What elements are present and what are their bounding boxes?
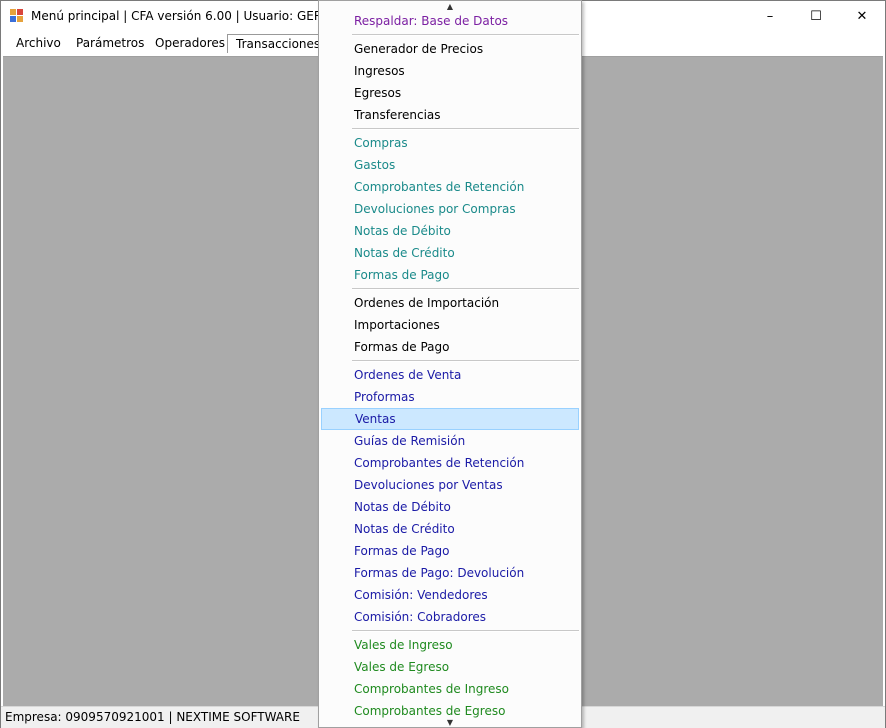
menu-item-formas-de-pago[interactable]: Formas de Pago xyxy=(321,540,579,562)
menu-item-gastos[interactable]: Gastos xyxy=(321,154,579,176)
maximize-icon: ☐ xyxy=(810,9,822,24)
close-button[interactable]: ✕ xyxy=(839,1,885,32)
menu-item-ordenes-de-importacion[interactable]: Ordenes de Importación xyxy=(321,292,579,314)
close-icon: ✕ xyxy=(856,9,868,24)
menu-item-guias-de-remision[interactable]: Guías de Remisión xyxy=(321,430,579,452)
menu-item-vales-de-ingreso[interactable]: Vales de Ingreso xyxy=(321,634,579,656)
menu-separator xyxy=(352,34,579,36)
menu-item-comprobantes-de-retencion[interactable]: Comprobantes de Retención xyxy=(321,176,579,198)
menu-item-generador-de-precios[interactable]: Generador de Precios xyxy=(321,38,579,60)
menu-item-compras[interactable]: Compras xyxy=(321,132,579,154)
menu-item-notas-de-credito[interactable]: Notas de Crédito xyxy=(321,242,579,264)
menu-separator xyxy=(352,630,579,632)
menu-item-notas-de-debito[interactable]: Notas de Débito xyxy=(321,220,579,242)
minimize-icon: – xyxy=(766,9,774,24)
menu-operadores[interactable]: Operadores xyxy=(147,34,233,53)
scroll-down-icon: ▼ xyxy=(446,718,454,727)
menu-item-formas-de-pago[interactable]: Formas de Pago xyxy=(321,336,579,358)
menu-item-comprobantes-de-ingreso[interactable]: Comprobantes de Ingreso xyxy=(321,678,579,700)
menu-archivo[interactable]: Archivo xyxy=(8,34,69,53)
menu-item-formas-de-pago-devolucion[interactable]: Formas de Pago: Devolución xyxy=(321,562,579,584)
menu-item-transferencias[interactable]: Transferencias xyxy=(321,104,579,126)
menu-item-comision-vendedores[interactable]: Comisión: Vendedores xyxy=(321,584,579,606)
menu-item-ventas[interactable]: Ventas xyxy=(321,408,579,430)
menu-separator xyxy=(352,360,579,362)
window-title: Menú principal | CFA versión 6.00 | Usua… xyxy=(31,9,359,23)
menu-item-importaciones[interactable]: Importaciones xyxy=(321,314,579,336)
menu-item-notas-de-debito[interactable]: Notas de Débito xyxy=(321,496,579,518)
minimize-button[interactable]: – xyxy=(747,1,793,32)
menu-item-ordenes-de-venta[interactable]: Ordenes de Venta xyxy=(321,364,579,386)
scroll-down-button[interactable]: ▼ xyxy=(319,718,581,727)
status-company: Empresa: 0909570921001 | NEXTIME SOFTWAR… xyxy=(5,710,300,724)
transacciones-dropdown-menu: ▲ Respaldar: Base de Datos Generador de P… xyxy=(318,0,582,728)
app-icon xyxy=(10,9,24,23)
menu-item-egresos[interactable]: Egresos xyxy=(321,82,579,104)
maximize-button[interactable]: ☐ xyxy=(793,1,839,32)
menu-item-comision-cobradores[interactable]: Comisión: Cobradores xyxy=(321,606,579,628)
menu-item-vales-de-egreso[interactable]: Vales de Egreso xyxy=(321,656,579,678)
menu-parametros[interactable]: Parámetros xyxy=(68,34,152,53)
menu-item-devoluciones-por-compras[interactable]: Devoluciones por Compras xyxy=(321,198,579,220)
menu-item-comprobantes-de-retencion[interactable]: Comprobantes de Retención xyxy=(321,452,579,474)
menu-separator xyxy=(352,128,579,130)
menu-item-proformas[interactable]: Proformas xyxy=(321,386,579,408)
menu-item-devoluciones-por-ventas[interactable]: Devoluciones por Ventas xyxy=(321,474,579,496)
menu-transacciones[interactable]: Transacciones xyxy=(227,34,330,53)
menu-item-ingresos[interactable]: Ingresos xyxy=(321,60,579,82)
menu-item-respaldar-base-de-datos[interactable]: Respaldar: Base de Datos xyxy=(321,10,579,32)
menu-item-formas-de-pago[interactable]: Formas de Pago xyxy=(321,264,579,286)
menu-separator xyxy=(352,288,579,290)
menu-item-notas-de-credito[interactable]: Notas de Crédito xyxy=(321,518,579,540)
